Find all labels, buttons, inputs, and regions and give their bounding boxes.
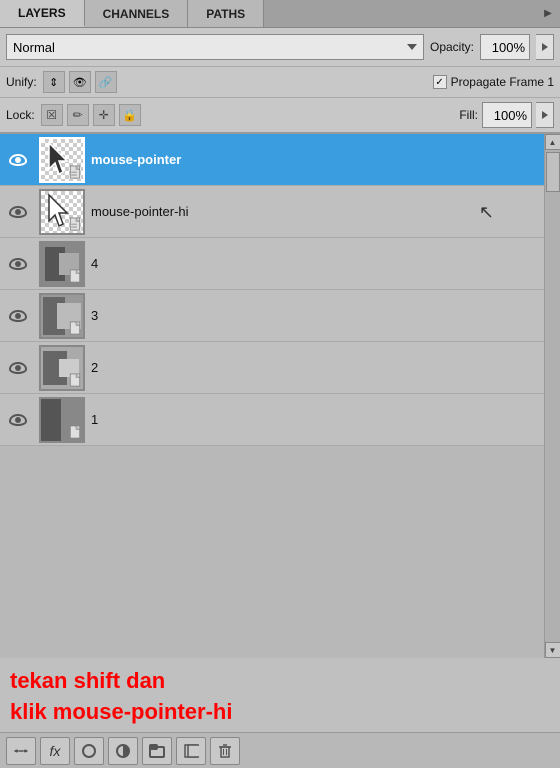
lock-move-icon[interactable]: ✛ [93, 104, 115, 126]
doc-badge-icon [68, 425, 82, 440]
layer-thumbnail [39, 397, 85, 443]
link-icon [12, 744, 30, 758]
new-layer-button[interactable] [176, 737, 206, 765]
layer-item[interactable]: 2 [0, 342, 544, 394]
doc-badge-icon [68, 373, 82, 388]
opacity-stepper[interactable] [536, 34, 554, 60]
fill-arrow-icon [542, 111, 548, 119]
layer-item[interactable]: 4 [0, 238, 544, 290]
lock-label: Lock: [6, 108, 35, 122]
layer-item[interactable]: 1 [0, 394, 544, 446]
unify-icons: ⇕ 👁 🔗 [43, 71, 117, 93]
layer-thumbnail [39, 137, 85, 183]
propagate-label: Propagate Frame 1 [451, 75, 554, 89]
layers-area: mouse-pointer [0, 134, 560, 658]
layer-item[interactable]: mouse-pointer-hi ↖ [0, 186, 544, 238]
cursor-icon: ↖ [479, 202, 494, 223]
layer-thumbnail [39, 189, 85, 235]
unify-position-icon[interactable]: ⇕ [43, 71, 65, 93]
layer-visibility-toggle[interactable] [0, 238, 36, 290]
fill-label: Fill: [459, 108, 478, 122]
folder-icon [149, 743, 165, 759]
layer-visibility-toggle[interactable] [0, 290, 36, 342]
doc-badge-icon [68, 165, 82, 180]
layer-name: 3 [85, 308, 544, 323]
unify-label: Unify: [6, 75, 37, 89]
scroll-up-button[interactable]: ▲ [545, 134, 560, 150]
unify-visibility-icon[interactable]: 👁 [69, 71, 91, 93]
layer-item[interactable]: 3 [0, 290, 544, 342]
propagate-checkbox[interactable]: ✓ [433, 75, 447, 89]
doc-badge-icon [68, 217, 82, 232]
layer-name: 1 [85, 412, 544, 427]
half-circle-icon [115, 743, 131, 759]
eye-icon [9, 154, 27, 166]
layer-thumbnail [39, 293, 85, 339]
scrollbar[interactable]: ▲ ▼ [544, 134, 560, 658]
eye-icon [9, 414, 27, 426]
bottom-toolbar: fx [0, 732, 560, 768]
fill-input[interactable]: 100% [482, 102, 532, 128]
fill-area: Fill: 100% [459, 102, 554, 128]
lock-row: Lock: ☒ ✏ ✛ 🔒 Fill: 100% [0, 98, 560, 134]
layer-visibility-toggle[interactable] [0, 342, 36, 394]
fx-button[interactable]: fx [40, 737, 70, 765]
layer-name: mouse-pointer [85, 152, 544, 167]
layer-visibility-toggle[interactable] [0, 186, 36, 238]
fx-label: fx [50, 743, 61, 759]
lock-all-icon[interactable]: 🔒 [119, 104, 141, 126]
new-layer-icon [183, 743, 199, 759]
eye-icon [9, 362, 27, 374]
scroll-thumb[interactable] [546, 152, 560, 192]
blend-mode-arrow [407, 44, 417, 50]
add-mask-button[interactable] [74, 737, 104, 765]
tab-bar: LAYERS CHANNELS PATHS ▶ [0, 0, 560, 28]
tab-paths[interactable]: PATHS [188, 0, 264, 27]
layer-name: 2 [85, 360, 544, 375]
lock-pixels-icon[interactable]: ☒ [41, 104, 63, 126]
annotation-line1: tekan shift dan [10, 666, 550, 697]
layer-name: mouse-pointer-hi [85, 204, 544, 219]
new-group-button[interactable] [142, 737, 172, 765]
layer-name: 4 [85, 256, 544, 271]
layer-thumbnail [39, 345, 85, 391]
link-layers-button[interactable] [6, 737, 36, 765]
annotation-line2: klik mouse-pointer-hi [10, 697, 550, 728]
layer-thumbnail [39, 241, 85, 287]
opacity-input[interactable]: 100% [480, 34, 530, 60]
layers-list: mouse-pointer [0, 134, 544, 658]
adjustment-layer-button[interactable] [108, 737, 138, 765]
tab-spacer [264, 0, 536, 27]
panel-collapse-button[interactable]: ▶ [536, 0, 560, 27]
opacity-arrow-icon [542, 43, 548, 51]
layer-item[interactable]: mouse-pointer [0, 134, 544, 186]
tab-channels[interactable]: CHANNELS [85, 0, 189, 27]
blend-mode-select[interactable]: Normal [6, 34, 424, 60]
annotation-text: tekan shift dan klik mouse-pointer-hi [0, 658, 560, 732]
fill-stepper[interactable] [536, 102, 554, 128]
layer-visibility-toggle[interactable] [0, 394, 36, 446]
blend-opacity-row: Normal Opacity: 100% [0, 28, 560, 67]
doc-badge-icon [68, 321, 82, 336]
layers-panel: LAYERS CHANNELS PATHS ▶ Normal Opacity: … [0, 0, 560, 768]
unify-row: Unify: ⇕ 👁 🔗 ✓ Propagate Frame 1 [0, 67, 560, 98]
layer-visibility-toggle[interactable] [0, 134, 36, 186]
lock-icons: ☒ ✏ ✛ 🔒 [41, 104, 141, 126]
scroll-down-button[interactable]: ▼ [545, 642, 560, 658]
unify-style-icon[interactable]: 🔗 [95, 71, 117, 93]
delete-layer-button[interactable] [210, 737, 240, 765]
trash-icon [217, 743, 233, 759]
eye-icon [9, 258, 27, 270]
propagate-area: ✓ Propagate Frame 1 [433, 75, 554, 89]
tab-layers[interactable]: LAYERS [0, 0, 85, 27]
circle-empty-icon [81, 743, 97, 759]
lock-paint-icon[interactable]: ✏ [67, 104, 89, 126]
eye-icon [9, 310, 27, 322]
opacity-label: Opacity: [430, 40, 474, 54]
eye-icon [9, 206, 27, 218]
doc-badge-icon [68, 269, 82, 284]
